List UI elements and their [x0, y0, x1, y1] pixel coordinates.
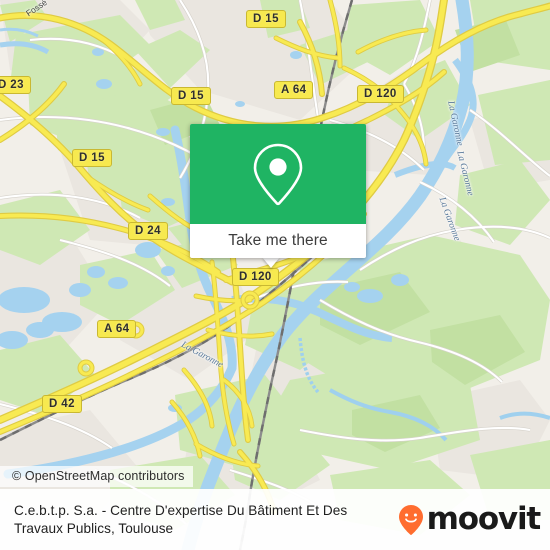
- map-pin-icon: [253, 143, 303, 206]
- footer-bar: C.e.b.t.p. S.a. - Centre D'expertise Du …: [0, 489, 550, 550]
- road-shield: D 120: [357, 85, 404, 103]
- take-me-there-card[interactable]: Take me there: [190, 124, 366, 258]
- moovit-smiley-pin-icon: [398, 504, 423, 535]
- popup-card-tail: [262, 257, 280, 268]
- road-shield: D 15: [171, 87, 211, 105]
- road-shield: D 42: [42, 395, 82, 413]
- moovit-wordmark: moovit: [426, 501, 542, 537]
- map-screenshot: D 15 D 15 D 15 D 23 A 64 D 120 D 24 D 12…: [0, 0, 550, 550]
- road-shield: D 24: [128, 222, 168, 240]
- take-me-there-label[interactable]: Take me there: [190, 224, 366, 258]
- road-shield: D 15: [246, 10, 286, 28]
- card-icon-area: [190, 124, 366, 224]
- road-shield: A 64: [274, 81, 314, 99]
- road-shield: D 15: [72, 149, 112, 167]
- place-title: C.e.b.t.p. S.a. - Centre D'expertise Du …: [14, 503, 348, 536]
- moovit-brand[interactable]: moovit: [398, 501, 542, 537]
- osm-attribution[interactable]: © OpenStreetMap contributors: [0, 466, 193, 487]
- road-shield: A 64: [97, 320, 137, 338]
- road-shield: D 23: [0, 76, 31, 94]
- road-shield: D 120: [232, 268, 279, 286]
